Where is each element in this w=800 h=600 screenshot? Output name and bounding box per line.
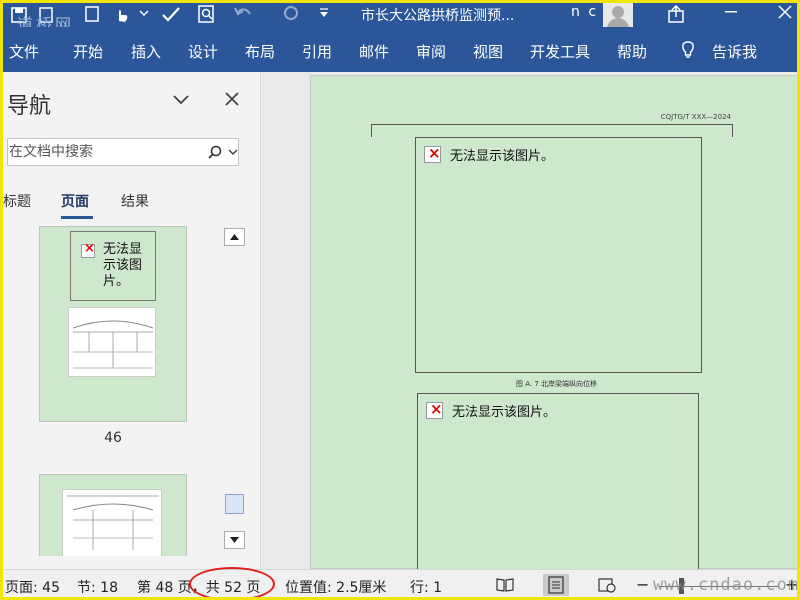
status-page[interactable]: 页面: 45 <box>5 577 60 597</box>
nav-pane-title: 导航 <box>7 94 52 119</box>
scroll-up-button[interactable] <box>224 228 245 246</box>
tab-home[interactable]: 开始 <box>73 41 103 62</box>
touch-mode-icon[interactable] <box>113 5 131 23</box>
document-area[interactable]: CQJTG/T XXX—2024 无法显示该图片。 图 A. 7 北岸梁端纵向位… <box>262 72 797 573</box>
image-placeholder[interactable]: 无法显示该图片。 <box>415 137 702 373</box>
customize-qat-icon[interactable] <box>319 7 329 19</box>
title-bar: 道桥网 市长大公路拱桥监测预... n c <box>3 3 797 34</box>
page-header-code: CQJTG/T XXX—2024 <box>660 113 731 121</box>
tab-file[interactable]: 文件 <box>9 41 39 62</box>
new-file-icon[interactable] <box>85 6 99 22</box>
tab-review[interactable]: 审阅 <box>416 41 446 62</box>
image-error-text: 无法显示该图片。 <box>452 405 557 420</box>
image-placeholder[interactable]: 无法显示该图片。 <box>417 393 699 573</box>
tab-design[interactable]: 设计 <box>188 41 218 62</box>
tell-me-search[interactable]: 告诉我 <box>712 41 757 62</box>
search-options-chevron-icon[interactable] <box>228 148 238 156</box>
close-icon[interactable] <box>223 90 241 108</box>
tab-pages[interactable]: 页面 <box>61 191 89 211</box>
word-window: 道桥网 市长大公路拱桥监测预... n c 文件 开始 插入 设计 布局 引用 … <box>0 0 800 600</box>
thumbnail-drawing <box>62 489 162 556</box>
broken-image-icon <box>81 241 95 258</box>
thumbnail-image-placeholder: 无法显示该图片。 <box>70 231 156 301</box>
user-avatar[interactable] <box>603 3 633 27</box>
arrow-up-icon <box>230 234 239 240</box>
tab-references[interactable]: 引用 <box>302 41 332 62</box>
lightbulb-icon[interactable] <box>681 41 695 59</box>
tab-mailings[interactable]: 邮件 <box>359 41 389 62</box>
ribbon-tabs: 文件 开始 插入 设计 布局 引用 邮件 审阅 视图 开发工具 帮助 告诉我 <box>3 27 797 72</box>
navigation-pane: 导航 标题 页面 结果 无法显示该图片。 46 <box>3 72 261 569</box>
user-initials[interactable]: n c <box>571 4 598 20</box>
arrow-down-icon <box>230 537 239 543</box>
status-line[interactable]: 行: 1 <box>410 577 442 597</box>
tab-layout[interactable]: 布局 <box>245 41 275 62</box>
highlight-annotation-oval <box>189 567 275 597</box>
tab-help[interactable]: 帮助 <box>617 41 647 62</box>
search-icon[interactable] <box>208 145 222 159</box>
document-title: 市长大公路拱桥监测预... <box>361 8 515 24</box>
page-thumbnails: 无法显示该图片。 46 <box>3 226 223 556</box>
figure-caption: 图 A. 7 北岸梁端纵向位移 <box>516 380 598 388</box>
spelling-check-icon[interactable] <box>161 5 181 23</box>
thumbnail-drawing <box>68 307 156 377</box>
active-tab-indicator <box>61 216 93 219</box>
tab-developer[interactable]: 开发工具 <box>530 41 590 62</box>
thumbnail-scrollbar[interactable] <box>224 226 245 556</box>
thumbnail-page-number: 46 <box>104 430 122 446</box>
broken-image-icon <box>424 144 441 163</box>
nav-search-box[interactable] <box>7 138 239 166</box>
read-mode-icon[interactable] <box>495 576 515 594</box>
document-page[interactable]: CQJTG/T XXX—2024 无法显示该图片。 图 A. 7 北岸梁端纵向位… <box>310 75 797 573</box>
print-layout-icon[interactable] <box>543 574 569 596</box>
chevron-down-icon[interactable] <box>171 90 191 108</box>
print-preview-icon[interactable] <box>197 5 217 23</box>
site-watermark: www.cndao.com <box>653 575 800 595</box>
share-icon[interactable] <box>667 5 685 23</box>
zoom-out-button[interactable]: − <box>636 575 649 594</box>
page-thumbnail[interactable] <box>39 474 187 556</box>
tab-results[interactable]: 结果 <box>121 191 149 211</box>
tab-view[interactable]: 视图 <box>473 41 503 62</box>
broken-image-icon <box>426 400 443 419</box>
undo-icon[interactable] <box>233 5 253 21</box>
header-rule <box>371 124 733 137</box>
tab-insert[interactable]: 插入 <box>131 41 161 62</box>
web-layout-icon[interactable] <box>597 576 617 594</box>
page-thumbnail[interactable]: 无法显示该图片。 <box>39 226 187 422</box>
image-error-text: 无法显示该图片。 <box>450 149 555 164</box>
search-input[interactable] <box>9 142 199 162</box>
thumbnail-image-error-text: 无法显示该图片。 <box>103 242 143 289</box>
status-section[interactable]: 节: 18 <box>77 577 118 597</box>
redo-icon[interactable] <box>281 5 301 21</box>
scroll-thumb[interactable] <box>225 494 244 514</box>
tab-headings[interactable]: 标题 <box>3 191 31 211</box>
status-position[interactable]: 位置值: 2.5厘米 <box>285 577 386 597</box>
scroll-down-button[interactable] <box>224 531 245 549</box>
close-window-icon[interactable] <box>778 5 792 19</box>
minimize-icon[interactable] <box>725 11 737 13</box>
touch-dropdown-icon[interactable] <box>139 9 149 17</box>
